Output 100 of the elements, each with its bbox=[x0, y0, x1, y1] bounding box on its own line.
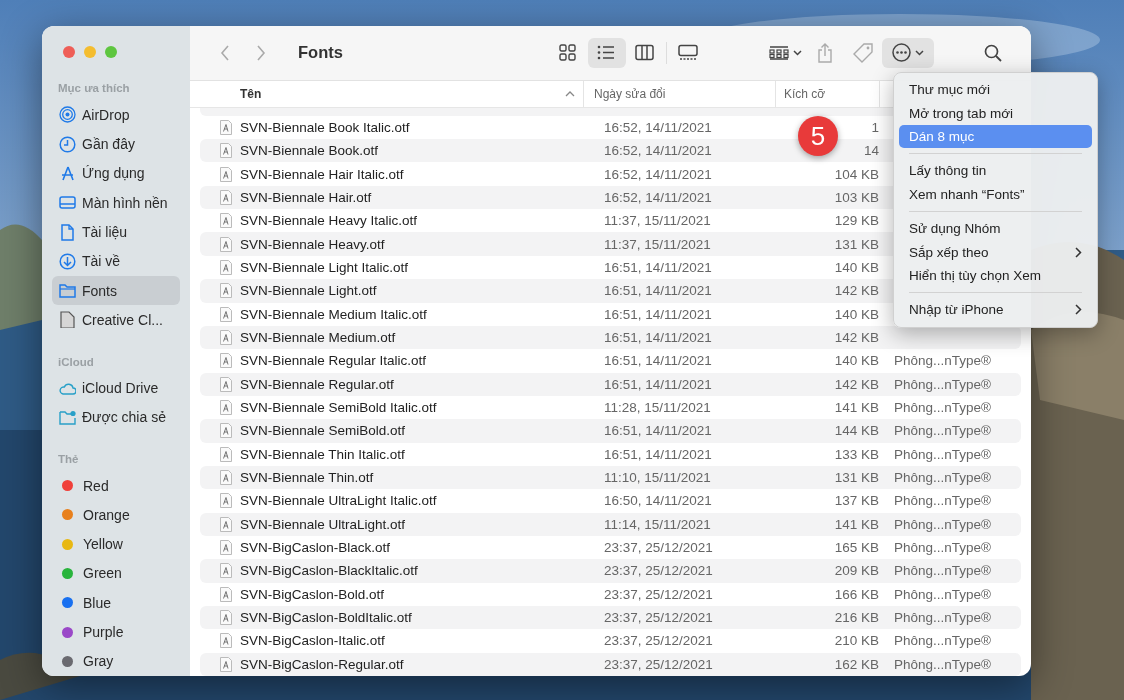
sidebar-item[interactable]: Yellow bbox=[52, 529, 180, 559]
sidebar-item[interactable]: iCloud Drive bbox=[52, 373, 180, 403]
size-cell-text: 209 KB bbox=[833, 563, 879, 579]
menu-item[interactable]: Sắp xếp theo bbox=[899, 240, 1092, 264]
close-button[interactable] bbox=[63, 45, 75, 58]
list-view-button[interactable] bbox=[588, 37, 626, 68]
file-icon bbox=[220, 376, 232, 392]
sidebar-item[interactable]: Fonts bbox=[52, 276, 180, 306]
window-title: Fonts bbox=[298, 43, 344, 63]
date-cell-text: 16:51, 14/11/2021 bbox=[604, 260, 713, 275]
file-icon bbox=[220, 260, 232, 275]
size-cell-text: 142 KB bbox=[833, 283, 879, 299]
file-icon bbox=[220, 470, 232, 486]
file-name[interactable]: SVN-BigCaslon-Regular.otf bbox=[240, 656, 604, 672]
size-cell-text: 141 KB bbox=[833, 400, 879, 416]
file-name[interactable]: SVN-Biennale Medium Italic.otf bbox=[240, 306, 604, 322]
gallery-icon bbox=[678, 44, 698, 62]
column-header[interactable]: Ngày sửa đổi bbox=[584, 80, 776, 107]
size-cell-text: 131 KB bbox=[833, 236, 879, 252]
file-name[interactable]: SVN-Biennale Light Italic.otf bbox=[240, 260, 604, 275]
apps-icon bbox=[59, 164, 76, 182]
sidebar-item[interactable]: Gần đây bbox=[52, 129, 180, 159]
file-name[interactable]: SVN-Biennale Hair Italic.otf bbox=[240, 166, 604, 182]
caret-icon bbox=[915, 49, 924, 56]
file-name[interactable]: SVN-Biennale SemiBold Italic.otf bbox=[240, 400, 604, 416]
menu-item[interactable]: Mở trong tab mới bbox=[899, 101, 1092, 125]
size-cell-text: 142 KB bbox=[833, 330, 879, 345]
more-button[interactable] bbox=[882, 37, 934, 68]
menu-item[interactable]: Nhập từ iPhone bbox=[899, 298, 1092, 322]
sidebar-item[interactable]: AirDrop bbox=[52, 100, 180, 130]
file-name[interactable]: SVN-Biennale Book Italic.otf bbox=[240, 119, 604, 135]
sidebar-item[interactable]: Gray bbox=[52, 646, 180, 676]
list-icon bbox=[597, 44, 617, 62]
size-cell-text: 162 KB bbox=[833, 656, 879, 672]
file-name[interactable]: SVN-BigCaslon-Italic.otf bbox=[240, 633, 604, 649]
kind-cell-text: Phông...nType® bbox=[893, 633, 992, 649]
file-icon bbox=[220, 516, 232, 532]
menu-item[interactable]: Hiển thị tùy chọn Xem bbox=[899, 263, 1092, 288]
file-name[interactable]: SVN-Biennale UltraLight Italic.otf bbox=[240, 493, 604, 509]
file-name[interactable]: SVN-Biennale SemiBold.otf bbox=[240, 423, 604, 439]
sidebar-item[interactable]: Tài về bbox=[52, 246, 180, 276]
sidebar-item[interactable]: Creative Cl... bbox=[52, 305, 180, 335]
file-name[interactable]: SVN-Biennale Regular Italic.otf bbox=[240, 353, 604, 369]
kind-cell-text: Phông...nType® bbox=[893, 656, 992, 672]
chevron-right-icon bbox=[256, 44, 266, 61]
sidebar-item[interactable]: Blue bbox=[52, 588, 180, 618]
ellipsis-icon bbox=[892, 43, 911, 63]
menu-item[interactable]: Lấy thông tin bbox=[899, 159, 1092, 183]
menu-item[interactable]: Xem nhanh “Fonts” bbox=[899, 182, 1092, 206]
sidebar-item[interactable]: Tài liệu bbox=[52, 217, 180, 247]
airdrop-icon bbox=[59, 106, 76, 124]
size-cell-text: 140 KB bbox=[833, 260, 879, 275]
file-name[interactable]: SVN-Biennale Light.otf bbox=[240, 283, 604, 299]
sidebar-item[interactable]: Orange bbox=[52, 500, 180, 530]
file-name[interactable]: SVN-BigCaslon-BoldItalic.otf bbox=[240, 610, 604, 626]
date-cell-text: 11:10, 15/11/2021 bbox=[604, 470, 712, 486]
file-name[interactable]: SVN-Biennale Thin.otf bbox=[240, 470, 604, 486]
share-icon bbox=[817, 42, 833, 63]
sidebar-item[interactable]: Green bbox=[52, 558, 180, 589]
size-cell-text: 140 KB bbox=[833, 353, 879, 369]
size-cell-text: 131 KB bbox=[833, 470, 879, 486]
file-name[interactable]: SVN-BigCaslon-Black.otf bbox=[240, 540, 604, 556]
sidebar-item[interactable]: Ứng dụng bbox=[52, 158, 180, 189]
sidebar-item[interactable]: Purple bbox=[52, 617, 180, 647]
column-header[interactable]: Kích cỡ bbox=[776, 80, 880, 107]
chevron-left-icon bbox=[220, 44, 230, 61]
file-name[interactable]: SVN-BigCaslon-BlackItalic.otf bbox=[240, 563, 604, 579]
file-name[interactable]: SVN-BigCaslon-Bold.otf bbox=[240, 586, 604, 602]
sidebar-item[interactable]: Màn hình nền bbox=[52, 188, 180, 218]
file-icon bbox=[220, 633, 232, 649]
sidebar-item[interactable]: Được chia sẻ bbox=[52, 402, 180, 433]
kind-cell-text: Phông...nType® bbox=[893, 423, 992, 439]
date-cell-text: 16:51, 14/11/2021 bbox=[604, 306, 713, 322]
file-icon bbox=[220, 493, 232, 509]
group-icon bbox=[769, 44, 789, 61]
date-cell-text: 23:37, 25/12/2021 bbox=[604, 610, 714, 626]
download-icon bbox=[59, 252, 76, 270]
file-icon bbox=[220, 213, 232, 229]
size-cell-text: 104 KB bbox=[833, 166, 879, 182]
file-name[interactable]: SVN-Biennale Book.otf bbox=[240, 143, 604, 159]
date-cell-text: 16:52, 14/11/2021 bbox=[604, 189, 713, 205]
clock-icon bbox=[59, 135, 76, 153]
menu-item[interactable]: Thư mục mới bbox=[899, 78, 1092, 102]
size-cell-text: 1 bbox=[870, 119, 879, 135]
file-name[interactable]: SVN-Biennale Heavy.otf bbox=[240, 236, 604, 252]
menu-item[interactable]: Sử dụng Nhóm bbox=[899, 216, 1092, 241]
file-name[interactable]: SVN-Biennale UltraLight.otf bbox=[240, 516, 604, 532]
column-header[interactable]: Tên bbox=[190, 80, 584, 107]
kind-cell-text: Phông...nType® bbox=[893, 493, 992, 509]
file-name[interactable]: SVN-Biennale Hair.otf bbox=[240, 189, 604, 205]
document-icon bbox=[59, 311, 76, 329]
file-name[interactable]: SVN-Biennale Heavy Italic.otf bbox=[240, 213, 604, 229]
file-name[interactable]: SVN-Biennale Thin Italic.otf bbox=[240, 446, 604, 462]
file-icon bbox=[220, 610, 232, 626]
file-name[interactable]: SVN-Biennale Regular.otf bbox=[240, 376, 604, 392]
shared-folder-icon bbox=[59, 408, 76, 426]
file-icon bbox=[220, 540, 232, 556]
file-name[interactable]: SVN-Biennale Medium.otf bbox=[240, 330, 604, 345]
sidebar-item[interactable]: Red bbox=[52, 470, 180, 501]
size-cell-text: 142 KB bbox=[833, 376, 879, 392]
